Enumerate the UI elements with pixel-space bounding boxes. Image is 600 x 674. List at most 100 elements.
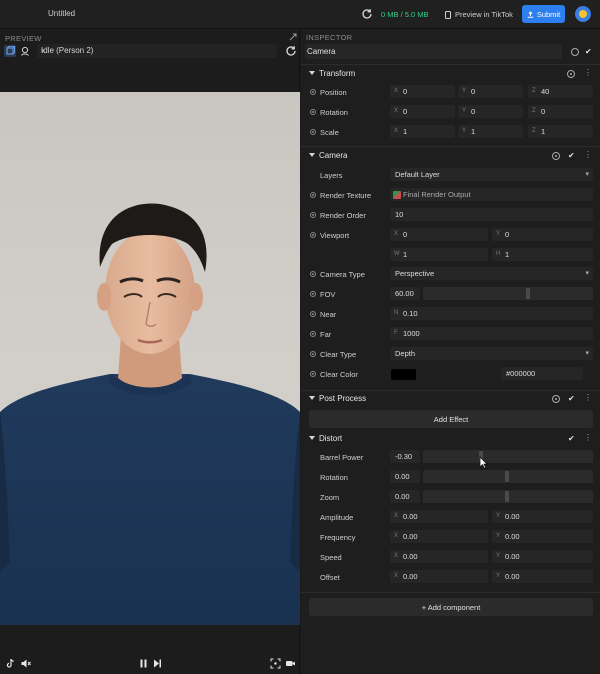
- preview-panel-label: PREVIEW: [5, 34, 42, 43]
- distort-rotation-field[interactable]: 0.00: [390, 470, 420, 483]
- fov-slider-handle[interactable]: [526, 288, 530, 299]
- speed-y-field[interactable]: Y 0.00: [492, 550, 593, 563]
- clear-color-hex-field[interactable]: #000000: [501, 367, 583, 380]
- distort-enabled-check-icon[interactable]: ✔: [568, 434, 575, 443]
- rotation-y-field[interactable]: Y0: [458, 105, 523, 118]
- record-icon[interactable]: [285, 658, 296, 669]
- more-icon[interactable]: ⋮: [584, 433, 592, 442]
- transform-section-header[interactable]: Transform ⋮: [301, 66, 600, 82]
- rotation-x-field[interactable]: X0: [390, 105, 455, 118]
- render-texture-field[interactable]: Final Render Output: [390, 188, 593, 201]
- post-process-section-header[interactable]: Post Process ✔ ⋮: [301, 391, 600, 407]
- zoom-slider[interactable]: [423, 490, 593, 503]
- person-select[interactable]: Idle (Person 2) ▾: [37, 44, 277, 58]
- near-field[interactable]: N 0.10: [390, 307, 593, 320]
- clear-color-swatch[interactable]: [391, 369, 416, 380]
- position-x-field[interactable]: X0: [390, 85, 455, 98]
- viewport-x-field[interactable]: X0: [390, 228, 488, 241]
- keyframe-icon[interactable]: [310, 192, 316, 198]
- offset-x-field[interactable]: X 0.00: [390, 570, 488, 583]
- rotation-z-field[interactable]: Z0: [528, 105, 593, 118]
- axis-y: Y: [496, 533, 501, 539]
- keyframe-icon[interactable]: [310, 109, 316, 115]
- keyframe-icon[interactable]: [310, 331, 316, 337]
- keyframe-icon[interactable]: [310, 212, 316, 218]
- distort-section-header[interactable]: Distort ✔ ⋮: [301, 431, 600, 447]
- distort-rotation-slider[interactable]: [423, 470, 593, 483]
- position-z-field[interactable]: Z 40: [528, 85, 593, 98]
- viewport-y-field[interactable]: Y0: [492, 228, 593, 241]
- post-process-settings-icon[interactable]: [552, 395, 560, 403]
- far-field[interactable]: F 1000: [390, 327, 593, 340]
- camera-settings-icon[interactable]: [552, 152, 560, 160]
- axis-n: N: [394, 310, 399, 316]
- position-y-field[interactable]: Y0: [458, 85, 523, 98]
- zoom-field[interactable]: 0.00: [390, 490, 420, 503]
- render-order-value: 10: [395, 210, 404, 219]
- collapse-icon: [309, 436, 315, 440]
- avatar[interactable]: [575, 6, 591, 22]
- more-icon[interactable]: ⋮: [584, 150, 592, 159]
- step-forward-icon[interactable]: [152, 658, 163, 669]
- keyframe-icon[interactable]: [310, 129, 316, 135]
- viewport-h-field[interactable]: H1: [492, 248, 593, 261]
- fov-field[interactable]: 60.00: [390, 287, 420, 300]
- position-z-value: 40: [541, 87, 550, 96]
- preview-viewport[interactable]: [0, 92, 300, 625]
- offset-y-field[interactable]: Y 0.00: [492, 570, 593, 583]
- fit-screen-icon[interactable]: [270, 658, 281, 669]
- barrel-power-slider[interactable]: [423, 450, 593, 463]
- fov-slider[interactable]: [423, 287, 593, 300]
- submit-button[interactable]: Submit: [522, 5, 565, 23]
- refresh-icon[interactable]: [361, 8, 373, 20]
- more-icon[interactable]: ⋮: [584, 68, 592, 77]
- barrel-power-field[interactable]: -0.30: [390, 450, 420, 463]
- speed-x-field[interactable]: X 0.00: [390, 550, 488, 563]
- object-name-field[interactable]: Camera: [305, 44, 562, 59]
- distort-rotation-slider-handle[interactable]: [505, 471, 509, 482]
- enabled-check-icon[interactable]: ✔: [585, 47, 592, 56]
- preview-in-tiktok-button[interactable]: Preview in TikTok: [445, 10, 513, 19]
- visibility-icon[interactable]: [571, 48, 579, 56]
- axis-y: Y: [496, 513, 501, 519]
- render-texture-label: Render Texture: [320, 191, 372, 200]
- add-component-button[interactable]: + Add component: [309, 598, 593, 616]
- camera-type-select[interactable]: Perspective ▾: [390, 267, 593, 280]
- scale-y-field[interactable]: Y1: [458, 125, 523, 138]
- mouse-cursor-icon: [479, 456, 488, 469]
- pause-icon[interactable]: [138, 658, 149, 669]
- camera-enabled-check-icon[interactable]: ✔: [568, 151, 575, 160]
- keyframe-icon[interactable]: [310, 311, 316, 317]
- tiktok-icon[interactable]: [5, 658, 16, 669]
- scale-x-field[interactable]: X1: [390, 125, 455, 138]
- keyframe-icon[interactable]: [310, 291, 316, 297]
- viewport-w-field[interactable]: W1: [390, 248, 488, 261]
- keyframe-icon[interactable]: [310, 371, 316, 377]
- frequency-y-field[interactable]: Y 0.00: [492, 530, 593, 543]
- clear-type-select[interactable]: Depth ▾: [390, 347, 593, 360]
- camera-section-header[interactable]: Camera ✔ ⋮: [301, 148, 600, 164]
- transform-settings-icon[interactable]: [567, 70, 575, 78]
- amplitude-y-field[interactable]: Y 0.00: [492, 510, 593, 523]
- keyframe-icon[interactable]: [310, 351, 316, 357]
- scale-z-field[interactable]: Z1: [528, 125, 593, 138]
- mute-icon[interactable]: [20, 658, 31, 669]
- keyframe-icon[interactable]: [310, 89, 316, 95]
- divider: [301, 64, 600, 65]
- expand-icon[interactable]: [289, 33, 297, 41]
- amplitude-x-field[interactable]: X 0.00: [390, 510, 488, 523]
- more-icon[interactable]: ⋮: [584, 393, 592, 402]
- add-effect-button[interactable]: Add Effect: [309, 410, 593, 428]
- frequency-x-field[interactable]: X 0.00: [390, 530, 488, 543]
- layers-select[interactable]: Default Layer ▾: [390, 168, 593, 181]
- keyframe-icon[interactable]: [310, 232, 316, 238]
- keyframe-icon[interactable]: [310, 271, 316, 277]
- person-icon[interactable]: [20, 46, 30, 56]
- zoom-slider-handle[interactable]: [505, 491, 509, 502]
- speed-y-value: 0.00: [505, 552, 520, 561]
- render-order-field[interactable]: 10: [390, 208, 593, 221]
- submit-label: Submit: [536, 9, 561, 19]
- post-process-enabled-check-icon[interactable]: ✔: [568, 394, 575, 403]
- cube-icon[interactable]: [4, 45, 16, 57]
- reset-icon[interactable]: [285, 45, 297, 57]
